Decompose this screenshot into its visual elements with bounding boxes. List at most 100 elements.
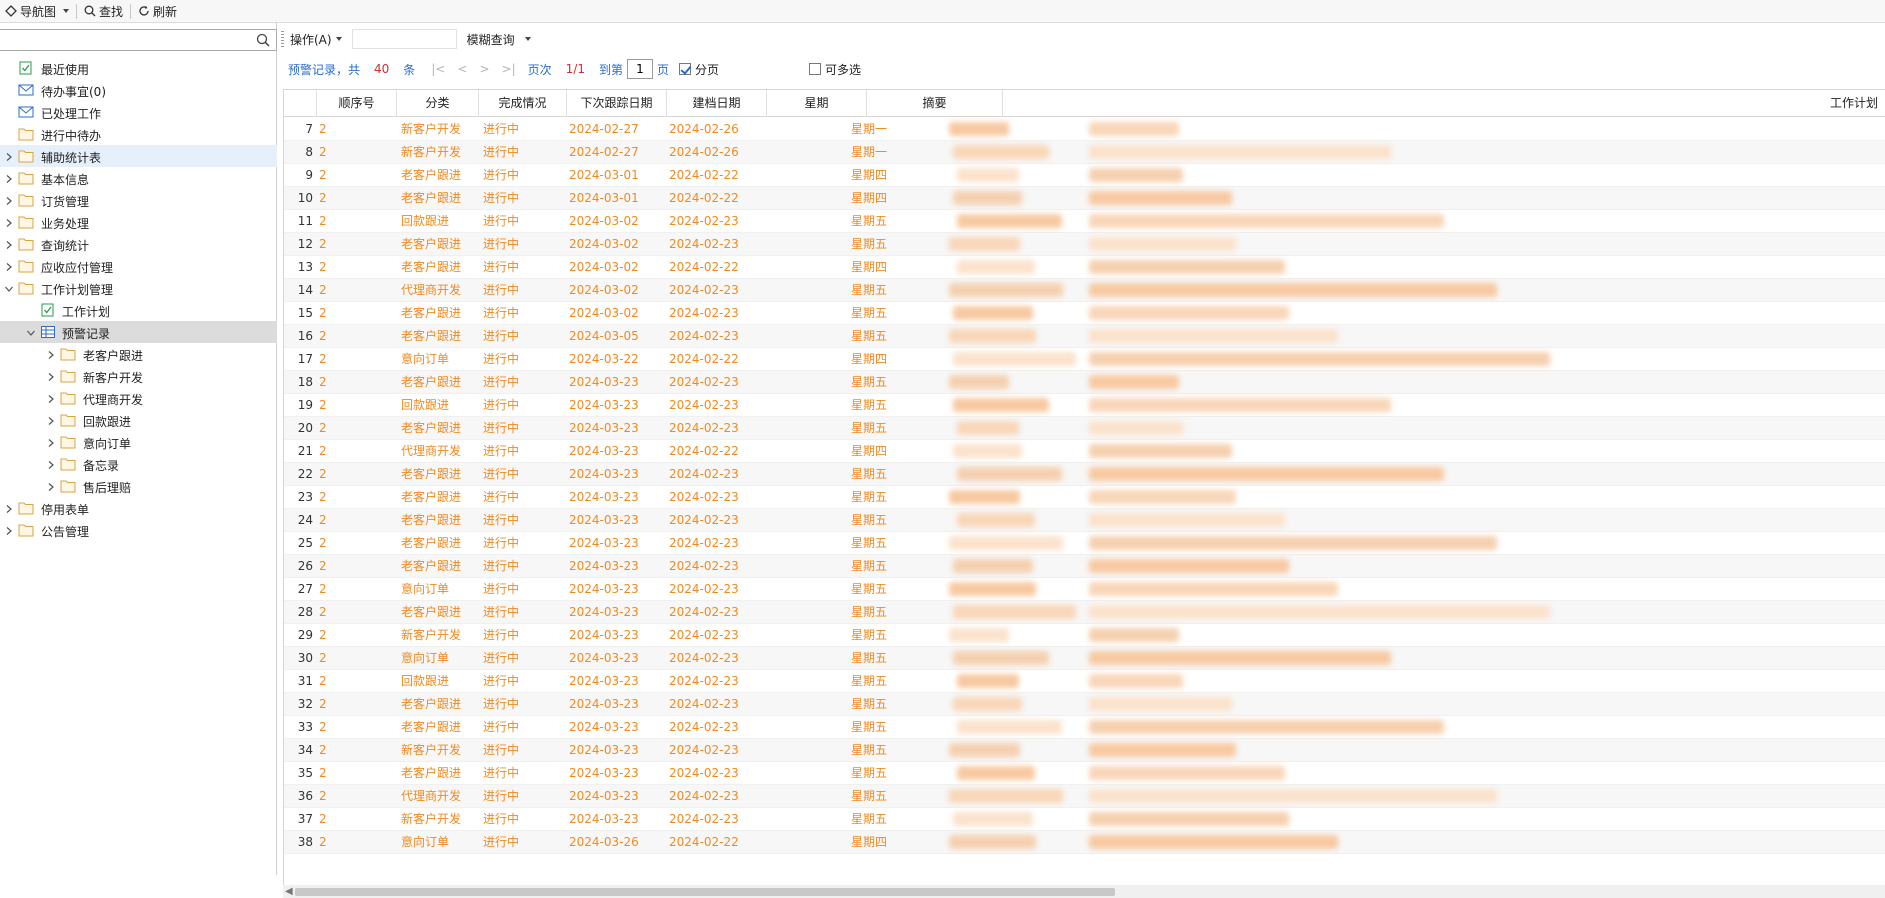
table-row[interactable]: 22 2 老客户跟进 进行中 2024-03-23 2024-02-23 星期五 [284, 463, 1885, 486]
table-row[interactable]: 10 2 老客户跟进 进行中 2024-03-01 2024-02-22 星期四 [284, 187, 1885, 210]
table-row[interactable]: 35 2 老客户跟进 进行中 2024-03-23 2024-02-23 星期五 [284, 762, 1885, 785]
action-menu-button[interactable]: 操作(A) [284, 28, 348, 50]
column-header[interactable]: 星期 [767, 90, 867, 117]
column-header[interactable]: 顺序号 [317, 90, 397, 117]
prev-page-button[interactable]: < [457, 62, 467, 76]
table-row[interactable]: 29 2 新客户开发 进行中 2024-03-23 2024-02-23 星期五 [284, 624, 1885, 647]
find-button[interactable]: 查找 [79, 1, 128, 22]
sidebar-item[interactable]: 新客户开发 [0, 365, 277, 387]
multi-select-checkbox[interactable]: 可多选 [809, 61, 861, 78]
table-row[interactable]: 37 2 新客户开发 进行中 2024-03-23 2024-02-23 星期五 [284, 808, 1885, 831]
sidebar-item[interactable]: 基本信息 [0, 167, 277, 189]
sidebar-item[interactable]: 售后理赔 [0, 475, 277, 497]
chevron-right-icon[interactable] [46, 415, 56, 425]
goto-page-input[interactable] [627, 59, 653, 79]
chevron-right-icon[interactable] [46, 371, 56, 381]
chevron-right-icon[interactable] [4, 503, 14, 513]
sidebar-item[interactable]: 备忘录 [0, 453, 277, 475]
paging-checkbox[interactable]: 分页 [679, 61, 719, 78]
next-page-button[interactable]: > [479, 62, 489, 76]
sidebar-item[interactable]: 辅助统计表 [0, 145, 277, 167]
table-row[interactable]: 34 2 新客户开发 进行中 2024-03-23 2024-02-23 星期五 [284, 739, 1885, 762]
table-row[interactable]: 14 2 代理商开发 进行中 2024-03-02 2024-02-23 星期五 [284, 279, 1885, 302]
column-header[interactable]: 下次跟踪日期 [567, 90, 667, 117]
chevron-right-icon[interactable] [46, 393, 56, 403]
column-header[interactable] [284, 90, 317, 117]
sidebar-item[interactable]: 预警记录 [0, 321, 277, 343]
refresh-button[interactable]: 刷新 [133, 1, 182, 22]
table-row[interactable]: 21 2 代理商开发 进行中 2024-03-23 2024-02-22 星期四 [284, 440, 1885, 463]
chevron-right-icon[interactable] [4, 195, 14, 205]
nav-search-input[interactable] [0, 30, 245, 50]
sidebar-item[interactable]: 业务处理 [0, 211, 277, 233]
sidebar-item[interactable]: 工作计划 [0, 299, 277, 321]
navigation-map-button[interactable]: 导航图 [0, 1, 74, 22]
table-row[interactable]: 33 2 老客户跟进 进行中 2024-03-23 2024-02-23 星期五 [284, 716, 1885, 739]
table-row[interactable]: 38 2 意向订单 进行中 2024-03-26 2024-02-22 星期四 [284, 831, 1885, 854]
table-row[interactable]: 12 2 老客户跟进 进行中 2024-03-02 2024-02-23 星期五 [284, 233, 1885, 256]
chevron-right-icon[interactable] [4, 239, 14, 249]
table-row[interactable]: 23 2 老客户跟进 进行中 2024-03-23 2024-02-23 星期五 [284, 486, 1885, 509]
sidebar-item[interactable]: 查询统计 [0, 233, 277, 255]
sidebar-item[interactable]: 回款跟进 [0, 409, 277, 431]
table-row[interactable]: 9 2 老客户跟进 进行中 2024-03-01 2024-02-22 星期四 [284, 164, 1885, 187]
table-row[interactable]: 26 2 老客户跟进 进行中 2024-03-23 2024-02-23 星期五 [284, 555, 1885, 578]
column-header[interactable]: 建档日期 [667, 90, 767, 117]
horizontal-scrollbar[interactable]: ◀ [283, 885, 1885, 898]
chevron-right-icon[interactable] [4, 261, 14, 271]
table-row[interactable]: 7 2 新客户开发 进行中 2024-02-27 2024-02-26 星期一 [284, 118, 1885, 141]
scrollbar-thumb[interactable] [295, 888, 1115, 896]
column-header[interactable]: 完成情况 [479, 90, 567, 117]
chevron-right-icon[interactable] [46, 437, 56, 447]
sidebar-item[interactable]: 工作计划管理 [0, 277, 277, 299]
column-header[interactable]: 摘要 [867, 90, 1003, 117]
first-page-button[interactable]: |< [431, 62, 445, 76]
table-row[interactable]: 30 2 意向订单 进行中 2024-03-23 2024-02-23 星期五 [284, 647, 1885, 670]
cell-next: 2024-03-22 [569, 352, 639, 366]
table-row[interactable]: 15 2 老客户跟进 进行中 2024-03-02 2024-02-23 星期五 [284, 302, 1885, 325]
sidebar-item[interactable]: 最近使用 [0, 57, 277, 79]
table-row[interactable]: 8 2 新客户开发 进行中 2024-02-27 2024-02-26 星期一 [284, 141, 1885, 164]
sidebar-item[interactable]: 应收应付管理 [0, 255, 277, 277]
scroll-left-icon[interactable]: ◀ [285, 886, 293, 897]
table-row[interactable]: 16 2 老客户跟进 进行中 2024-03-05 2024-02-23 星期五 [284, 325, 1885, 348]
sidebar-item[interactable]: 已处理工作 [0, 101, 277, 123]
chevron-right-icon[interactable] [46, 481, 56, 491]
sidebar-item[interactable]: 代理商开发 [0, 387, 277, 409]
table-row[interactable]: 28 2 老客户跟进 进行中 2024-03-23 2024-02-23 星期五 [284, 601, 1885, 624]
sidebar-item[interactable]: 停用表单 [0, 497, 277, 519]
table-row[interactable]: 32 2 老客户跟进 进行中 2024-03-23 2024-02-23 星期五 [284, 693, 1885, 716]
chevron-down-icon[interactable] [4, 283, 14, 293]
sidebar-item[interactable]: 公告管理 [0, 519, 277, 541]
folder-icon [18, 171, 34, 185]
table-row[interactable]: 13 2 老客户跟进 进行中 2024-03-02 2024-02-22 星期四 [284, 256, 1885, 279]
chevron-right-icon[interactable] [4, 525, 14, 535]
search-icon[interactable] [256, 33, 270, 47]
fuzzy-query-dropdown[interactable]: 模糊查询 [461, 28, 537, 50]
chevron-right-icon[interactable] [4, 173, 14, 183]
table-row[interactable]: 20 2 老客户跟进 进行中 2024-03-23 2024-02-23 星期五 [284, 417, 1885, 440]
chevron-right-icon[interactable] [46, 349, 56, 359]
last-page-button[interactable]: >| [502, 62, 516, 76]
table-row[interactable]: 24 2 老客户跟进 进行中 2024-03-23 2024-02-23 星期五 [284, 509, 1885, 532]
column-header[interactable]: 工作计划 [1003, 90, 1885, 117]
sidebar-item[interactable]: 进行中待办 [0, 123, 277, 145]
sidebar-item[interactable]: 老客户跟进 [0, 343, 277, 365]
chevron-right-icon[interactable] [4, 217, 14, 227]
chevron-right-icon[interactable] [4, 151, 14, 161]
table-row[interactable]: 31 2 回款跟进 进行中 2024-03-23 2024-02-23 星期五 [284, 670, 1885, 693]
chevron-right-icon[interactable] [46, 459, 56, 469]
sidebar-item[interactable]: 订货管理 [0, 189, 277, 211]
table-row[interactable]: 19 2 回款跟进 进行中 2024-03-23 2024-02-23 星期五 [284, 394, 1885, 417]
table-row[interactable]: 36 2 代理商开发 进行中 2024-03-23 2024-02-23 星期五 [284, 785, 1885, 808]
sidebar-item[interactable]: 意向订单 [0, 431, 277, 453]
sidebar-item[interactable]: 待办事宜(0) [0, 79, 277, 101]
table-row[interactable]: 11 2 回款跟进 进行中 2024-03-02 2024-02-23 星期五 [284, 210, 1885, 233]
table-row[interactable]: 17 2 意向订单 进行中 2024-03-22 2024-02-22 星期四 [284, 348, 1885, 371]
column-header[interactable]: 分类 [397, 90, 479, 117]
table-row[interactable]: 18 2 老客户跟进 进行中 2024-03-23 2024-02-23 星期五 [284, 371, 1885, 394]
chevron-down-icon[interactable] [26, 327, 36, 337]
table-row[interactable]: 25 2 老客户跟进 进行中 2024-03-23 2024-02-23 星期五 [284, 532, 1885, 555]
query-input[interactable] [351, 29, 457, 49]
table-row[interactable]: 27 2 意向订单 进行中 2024-03-23 2024-02-23 星期五 [284, 578, 1885, 601]
